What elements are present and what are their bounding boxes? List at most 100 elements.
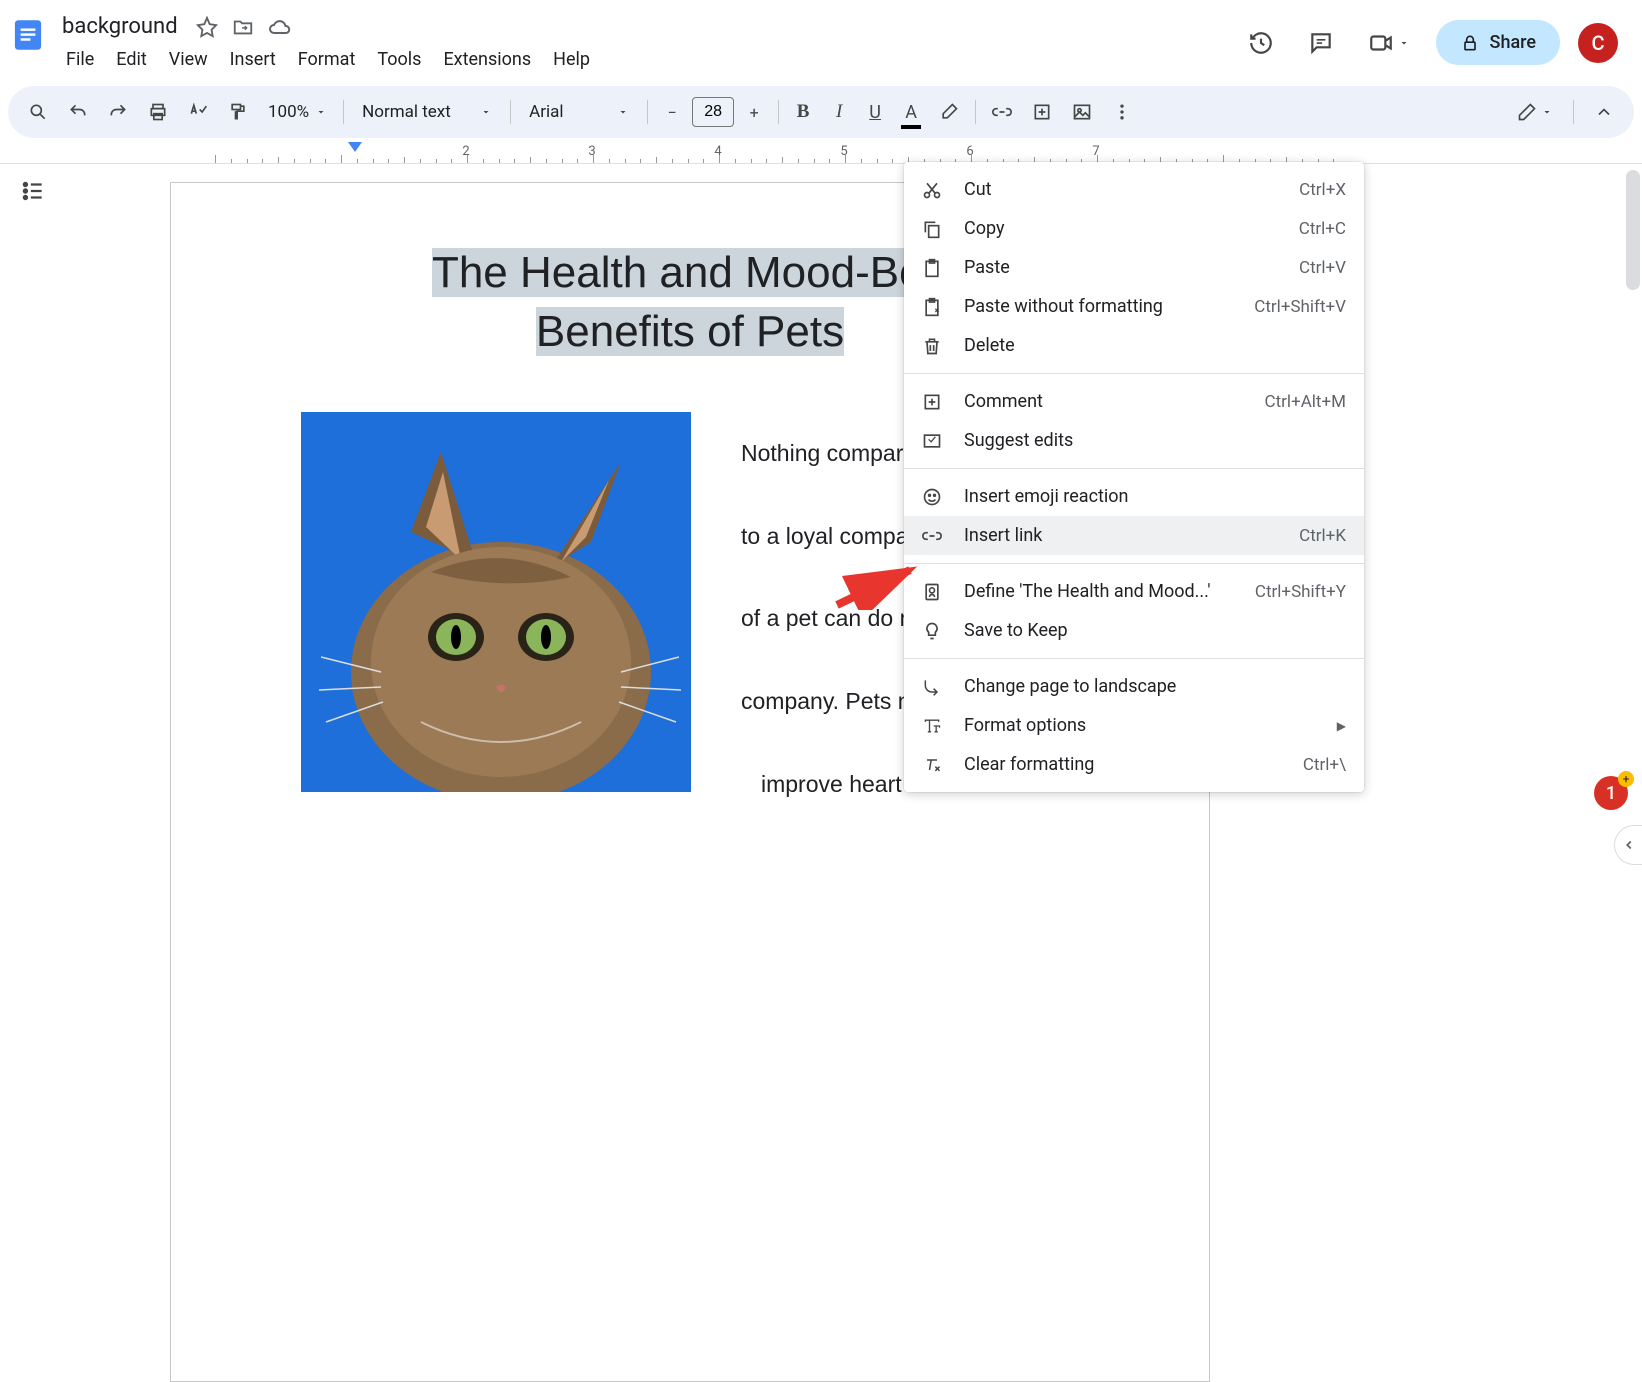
font-value: Arial [529,102,563,122]
star-icon[interactable] [196,15,218,39]
context-menu-define[interactable]: Define 'The Health and Mood...'Ctrl+Shif… [904,572,1364,611]
chevron-down-icon [1541,106,1553,118]
scrollbar[interactable] [1626,170,1640,290]
context-menu-label: Suggest edits [964,430,1346,451]
paragraph-style-select[interactable]: Normal text [352,98,502,126]
suggest-icon [922,431,946,451]
italic-button[interactable]: I [823,93,855,131]
document-title[interactable]: background [56,12,184,41]
collapse-toolbar-button[interactable] [1586,94,1622,130]
context-menu-shortcut: Ctrl+\ [1303,755,1346,775]
context-menu-shortcut: Ctrl+X [1299,180,1346,200]
context-menu-shortcut: Ctrl+C [1299,219,1346,239]
context-menu-comment[interactable]: CommentCtrl+Alt+M [904,382,1364,421]
docs-logo[interactable] [8,8,48,62]
share-button[interactable]: Share [1436,20,1560,65]
menu-extensions[interactable]: Extensions [433,43,541,76]
menu-format[interactable]: Format [288,43,366,76]
clear-format-icon [922,755,946,775]
document-image[interactable] [301,412,691,792]
style-value: Normal text [362,102,451,122]
context-menu-link[interactable]: Insert linkCtrl+K [904,516,1364,555]
context-menu-label: Format options [964,715,1337,736]
heading-line-1: The Health and Mood-Boo [432,248,948,297]
context-menu-shortcut: Ctrl+K [1299,526,1346,546]
context-menu-label: Clear formatting [964,754,1303,775]
text-color-button[interactable]: A [895,94,927,131]
context-menu-clear-format[interactable]: Clear formattingCtrl+\ [904,745,1364,784]
paint-format-button[interactable] [220,94,256,130]
cut-icon [922,180,946,200]
format-opt-icon [922,716,946,736]
font-size-input[interactable] [692,97,734,127]
search-button[interactable] [20,94,56,130]
zoom-value: 100% [268,102,309,122]
add-comment-button[interactable] [1024,94,1060,130]
chevron-down-icon [617,106,629,118]
emoji-icon [922,487,946,507]
paste-plain-icon [922,297,946,317]
context-menu-label: Copy [964,218,1299,239]
insert-link-button[interactable] [984,94,1020,130]
context-menu-landscape[interactable]: Change page to landscape [904,667,1364,706]
menu-file[interactable]: File [56,43,104,76]
move-icon[interactable] [232,15,254,39]
menu-tools[interactable]: Tools [367,43,431,76]
menu-insert[interactable]: Insert [220,43,286,76]
redo-button[interactable] [100,94,136,130]
context-menu-copy[interactable]: CopyCtrl+C [904,209,1364,248]
context-menu-suggest[interactable]: Suggest edits [904,421,1364,460]
menu-help[interactable]: Help [543,43,600,76]
context-menu-keep[interactable]: Save to Keep [904,611,1364,650]
context-menu-paste[interactable]: PasteCtrl+V [904,248,1364,287]
context-menu-shortcut: Ctrl+V [1299,258,1346,278]
context-menu-delete[interactable]: Delete [904,326,1364,365]
context-menu-label: Paste [964,257,1299,278]
context-menu-label: Cut [964,179,1299,200]
context-menu-label: Delete [964,335,1346,356]
menu-view[interactable]: View [159,43,218,76]
comments-icon[interactable] [1300,22,1342,64]
cloud-status-icon[interactable] [268,15,292,39]
editing-mode-button[interactable] [1509,94,1561,130]
context-menu-label: Define 'The Health and Mood...' [964,581,1255,602]
outline-toggle[interactable] [0,164,66,959]
delete-icon [922,336,946,356]
context-menu-label: Save to Keep [964,620,1346,641]
context-menu-label: Insert emoji reaction [964,486,1346,507]
link-icon [922,526,946,546]
ruler[interactable]: 234567 [0,144,1642,164]
context-menu-shortcut: Ctrl+Alt+M [1265,392,1346,412]
menu-edit[interactable]: Edit [106,43,156,76]
share-label: Share [1490,32,1536,53]
context-menu: CutCtrl+XCopyCtrl+CPasteCtrl+VPaste with… [904,162,1364,792]
print-button[interactable] [140,94,176,130]
copy-icon [922,219,946,239]
zoom-select[interactable]: 100% [260,98,335,126]
meet-button[interactable] [1360,22,1418,64]
heading-line-2: Benefits of Pets [536,307,844,356]
spellcheck-button[interactable] [180,94,216,130]
context-menu-cut[interactable]: CutCtrl+X [904,170,1364,209]
history-icon[interactable] [1240,22,1282,64]
context-menu-label: Comment [964,391,1265,412]
context-menu-format-opt[interactable]: Format options▶ [904,706,1364,745]
badge-plus-icon: + [1618,771,1634,787]
bold-button[interactable]: B [787,93,819,131]
define-icon [922,582,946,602]
menu-bar: File Edit View Insert Format Tools Exten… [56,43,1232,76]
decrease-font-button[interactable]: − [656,95,688,130]
context-menu-paste-plain[interactable]: Paste without formattingCtrl+Shift+V [904,287,1364,326]
toolbar: 100% Normal text Arial − + B I U A [8,86,1634,138]
chevron-down-icon [480,106,492,118]
more-button[interactable] [1104,94,1140,130]
lock-icon [1460,33,1480,53]
undo-button[interactable] [60,94,96,130]
font-select[interactable]: Arial [519,98,639,126]
context-menu-emoji[interactable]: Insert emoji reaction [904,477,1364,516]
underline-button[interactable]: U [859,94,891,131]
highlight-button[interactable] [931,94,967,130]
increase-font-button[interactable]: + [738,95,770,130]
insert-image-button[interactable] [1064,94,1100,130]
account-avatar[interactable]: C [1578,23,1618,63]
